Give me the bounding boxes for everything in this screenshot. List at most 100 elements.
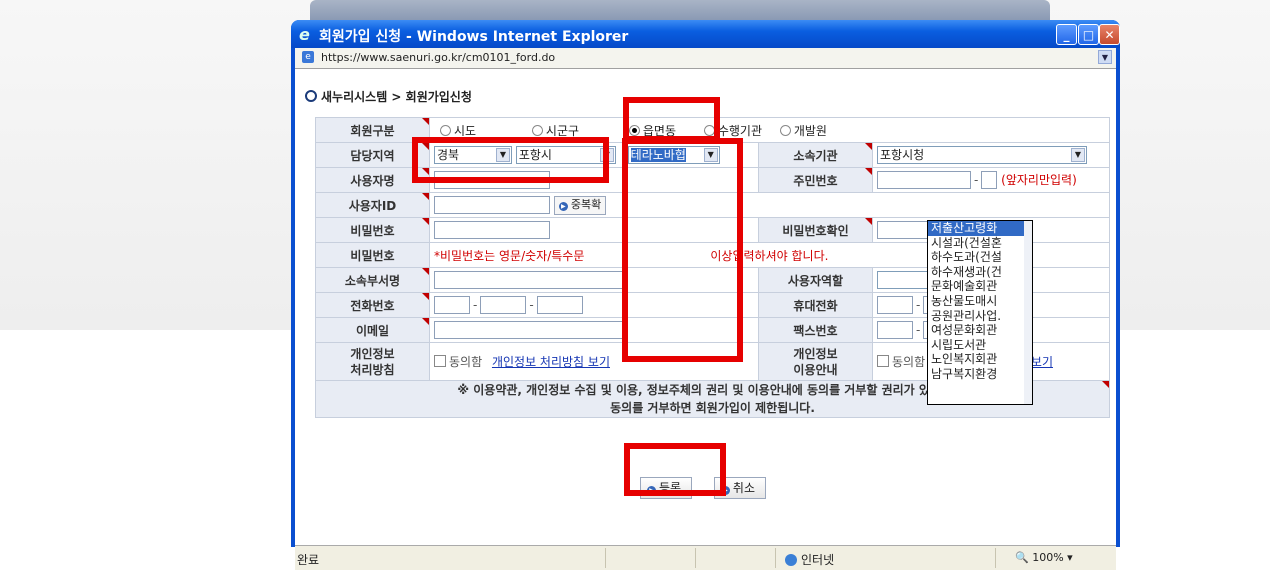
- label-user-role: 사용자역할: [758, 267, 873, 293]
- radio-sigungu[interactable]: 시군구: [531, 123, 580, 138]
- highlight-box-region: [412, 137, 609, 183]
- dropdown-option[interactable]: 시설과(건설혼: [928, 236, 1032, 251]
- dropdown-option[interactable]: 하수도과(건설: [928, 250, 1032, 265]
- label-resident-no: 주민번호: [758, 167, 873, 193]
- radio-sigungu-label: 시군구: [545, 123, 580, 138]
- radio-devinst[interactable]: 개발원: [779, 124, 827, 138]
- resident-no-input[interactable]: [877, 171, 971, 190]
- divider: [605, 548, 606, 568]
- divider: [775, 548, 776, 568]
- chevron-down-icon[interactable]: ▼: [1071, 148, 1085, 162]
- privacy-usage-checkbox[interactable]: [877, 355, 889, 367]
- dropdown-option[interactable]: 농산물도매시: [928, 294, 1032, 309]
- label-password: 비밀번호: [315, 217, 430, 243]
- phone-input-2[interactable]: [480, 296, 527, 314]
- highlight-box-radio: [623, 97, 720, 142]
- privacy-policy-agree-label: 동의함: [449, 355, 483, 369]
- dash: -: [916, 297, 921, 312]
- label-org: 소속기관: [758, 142, 873, 168]
- org-value: 포항시청: [880, 148, 925, 162]
- dash: -: [529, 297, 534, 312]
- org-cell: 포항시청 ▼: [872, 142, 1110, 168]
- label-privacy-policy-line1: 개인정보: [350, 346, 395, 361]
- label-password-confirm: 비밀번호확인: [758, 217, 873, 243]
- cancel-label: 취소: [732, 481, 756, 495]
- divider: [995, 548, 996, 568]
- globe-icon: [785, 554, 797, 566]
- resident-no-back-input[interactable]: [981, 171, 998, 190]
- page-icon: e: [302, 51, 314, 63]
- label-privacy-usage: 개인정보 이용안내: [758, 342, 873, 381]
- status-bar: 완료 인터넷 🔍 100% ▾: [295, 545, 1116, 570]
- label-password-note: 비밀번호: [315, 242, 430, 268]
- label-department: 소속부서명: [315, 267, 430, 293]
- email-input[interactable]: [434, 321, 624, 339]
- mobile-input-1[interactable]: [877, 296, 913, 314]
- label-email: 이메일: [315, 317, 430, 343]
- address-dropdown-icon[interactable]: ▼: [1098, 50, 1112, 64]
- zoom-icon: 🔍: [1015, 551, 1029, 564]
- dup-check-label: 중복확: [570, 197, 602, 211]
- close-button[interactable]: ✕: [1099, 24, 1120, 45]
- minimize-button[interactable]: _: [1056, 24, 1077, 45]
- org-select[interactable]: 포항시청 ▼: [877, 146, 1087, 164]
- privacy-policy-link[interactable]: 개인정보 처리방침 보기: [492, 355, 610, 369]
- window-title: 회원가입 신청 - Windows Internet Explorer: [319, 29, 629, 45]
- ie-logo-icon: e: [299, 25, 310, 44]
- background-window-edge: [310, 0, 1050, 22]
- password-input[interactable]: [434, 221, 550, 239]
- consent-notice-line1: ※ 이용약관, 개인정보 수집 및 이용, 정보주체의 권리 및 이용안내에 동…: [457, 383, 968, 397]
- dropdown-option[interactable]: 공원관리사업.: [928, 309, 1032, 324]
- privacy-usage-agree-label: 동의함: [892, 355, 926, 369]
- phone-input-3[interactable]: [536, 296, 583, 314]
- label-privacy-usage-line1: 개인정보: [793, 346, 838, 361]
- zoom-control[interactable]: 🔍 100% ▾: [1015, 551, 1073, 564]
- label-phone: 전화번호: [315, 292, 430, 318]
- maximize-button[interactable]: □: [1078, 24, 1099, 45]
- address-bar[interactable]: e https://www.saenuri.go.kr/cm0101_ford.…: [295, 48, 1116, 69]
- breadcrumb-text: 새누리시스템 > 회원가입신청: [321, 90, 472, 104]
- label-fax: 팩스번호: [758, 317, 873, 343]
- breadcrumb: 새누리시스템 > 회원가입신청: [305, 88, 472, 105]
- radio-icon[interactable]: [440, 124, 451, 136]
- label-mobile: 휴대전화: [758, 292, 873, 318]
- label-privacy-policy: 개인정보 처리방침: [315, 342, 430, 381]
- dash: -: [974, 172, 979, 187]
- fax-input-1[interactable]: [877, 321, 913, 339]
- label-privacy-usage-line2: 이용안내: [793, 362, 838, 377]
- radio-sido[interactable]: 시도: [440, 124, 476, 138]
- bullet-icon: [305, 90, 317, 102]
- dropdown-option[interactable]: 저출산고령화: [928, 221, 1032, 236]
- dash: -: [916, 322, 921, 337]
- resident-no-cell: - (앞자리만입력): [872, 167, 1110, 193]
- radio-icon[interactable]: [531, 124, 543, 136]
- zoom-text: 100%: [1032, 551, 1064, 564]
- user-id-cell: ▶ 중복확: [429, 192, 1110, 218]
- dropdown-option[interactable]: 문화예술회관: [928, 279, 1032, 294]
- department-input[interactable]: [434, 271, 624, 289]
- highlight-box-register: [624, 443, 726, 496]
- address-url[interactable]: https://www.saenuri.go.kr/cm0101_ford.do: [321, 51, 555, 64]
- dropdown-scrollbar[interactable]: [1024, 221, 1032, 404]
- dash: -: [473, 297, 478, 312]
- title-bar[interactable]: e 회원가입 신청 - Windows Internet Explorer _ …: [291, 20, 1120, 48]
- bullet-icon: ▶: [558, 201, 568, 211]
- radio-icon[interactable]: [779, 124, 791, 136]
- radio-agency-label: 수행기관: [717, 123, 762, 138]
- dropdown-option[interactable]: 하수재생과(건: [928, 265, 1032, 280]
- radio-sido-label: 시도: [454, 123, 477, 138]
- dropdown-option[interactable]: 노인복지회관: [928, 352, 1032, 367]
- dropdown-option[interactable]: 남구복지환경: [928, 367, 1032, 382]
- security-zone[interactable]: 인터넷: [785, 551, 834, 568]
- dropdown-option[interactable]: 시립도서관: [928, 338, 1032, 353]
- label-user-id: 사용자ID: [315, 192, 430, 218]
- divider: [695, 548, 696, 568]
- phone-input-1[interactable]: [434, 296, 470, 314]
- consent-notice-line2: 동의를 거부하면 회원가입이 제한됩니다.: [610, 401, 815, 415]
- dup-check-button[interactable]: ▶ 중복확: [553, 195, 607, 215]
- status-text: 완료: [297, 553, 320, 567]
- dropdown-option[interactable]: 여성문화회관: [928, 323, 1032, 338]
- district-dropdown-list[interactable]: 저출산고령화 시설과(건설혼 하수도과(건설 하수재생과(건 문화예술회관 농산…: [927, 220, 1033, 405]
- privacy-policy-checkbox[interactable]: [434, 355, 446, 367]
- user-id-input[interactable]: [434, 196, 550, 214]
